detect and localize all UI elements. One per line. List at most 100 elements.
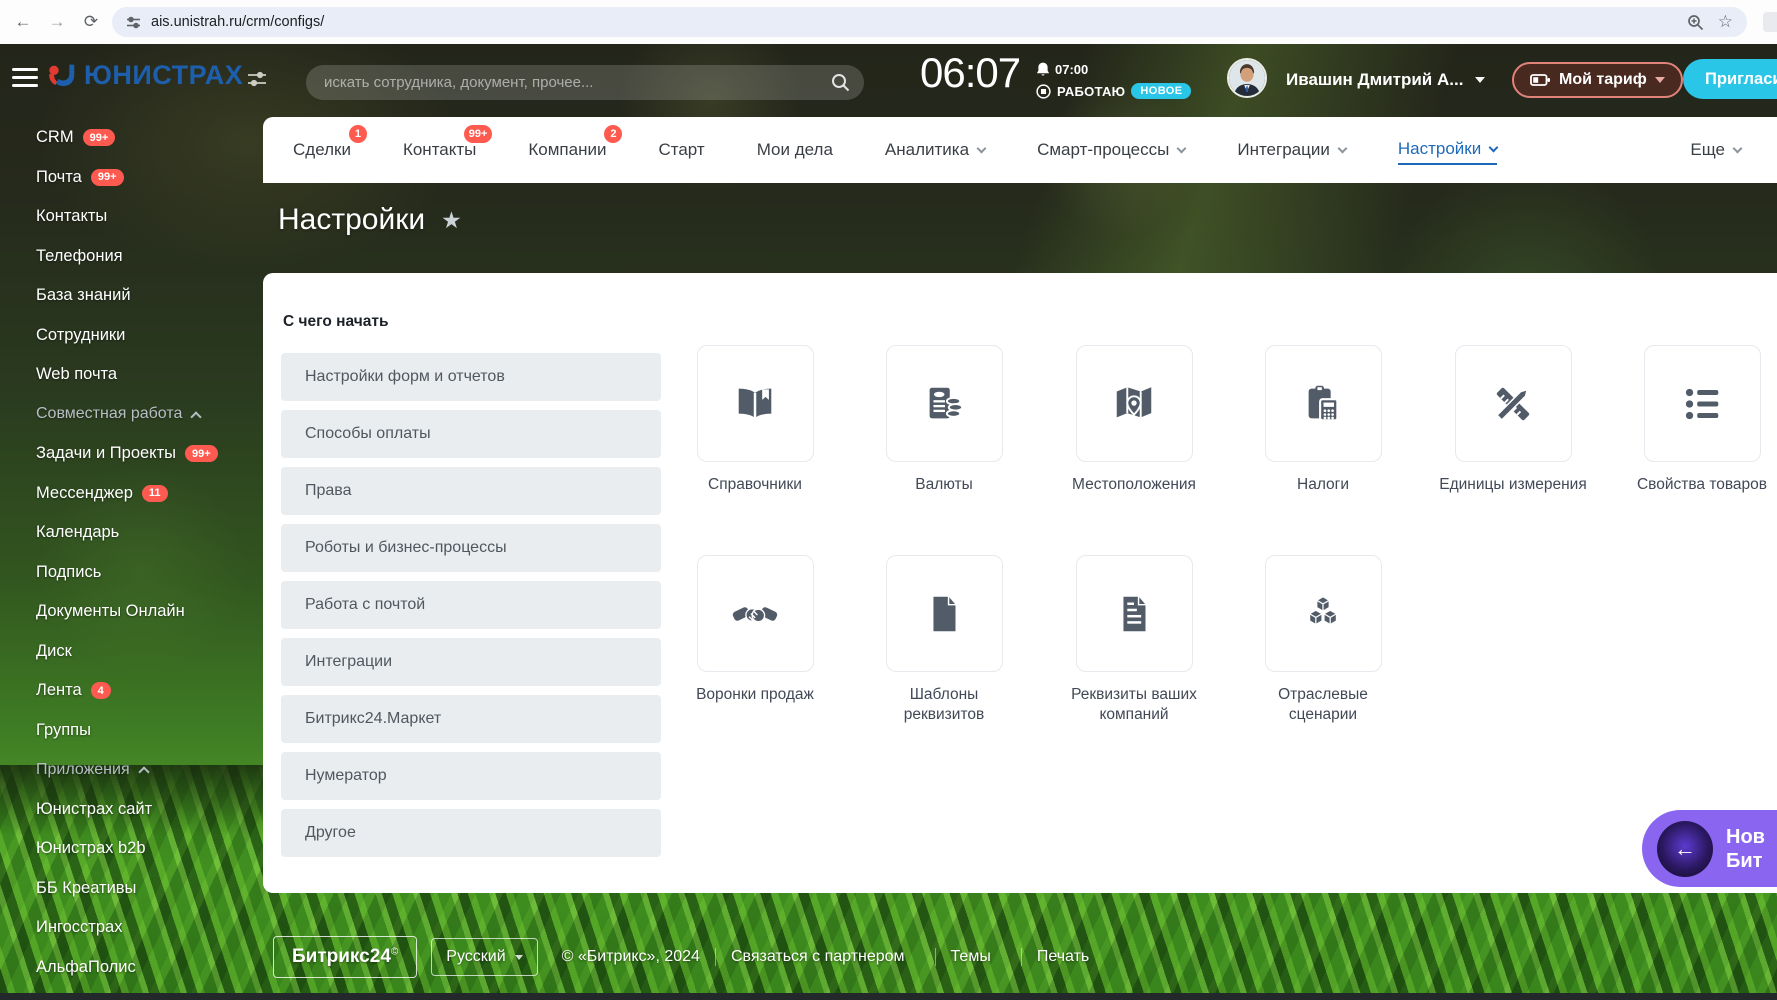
sidebar-item-signature[interactable]: Подпись: [0, 553, 263, 593]
footer-link-themes[interactable]: Темы: [936, 948, 1006, 966]
sidebar-item-unistrah-site[interactable]: Юнистрах сайт: [0, 790, 263, 830]
menu-item-other[interactable]: Другое: [281, 809, 661, 857]
stop-work-icon[interactable]: [1036, 83, 1051, 99]
tile-company-requisites-card[interactable]: [1075, 555, 1193, 672]
menu-item-payment-methods[interactable]: Способы оплаты: [281, 410, 661, 458]
tile-requisite-templates-card[interactable]: [885, 555, 1003, 672]
menu-hamburger-icon[interactable]: [12, 68, 38, 89]
tab-integrations[interactable]: Интеграции: [1237, 136, 1348, 164]
tile-measurement-units-card[interactable]: [1454, 345, 1572, 462]
footer: Битрикс24© Русский © «Битрикс», 2024 Свя…: [273, 936, 1104, 978]
sidebar: CRM 99+ Почта 99+ Контакты Телефония База …: [0, 118, 263, 987]
menu-item-email[interactable]: Работа с почтой: [281, 581, 661, 629]
browser-reload-icon[interactable]: ⟳: [78, 9, 104, 35]
zoom-icon[interactable]: [1687, 14, 1704, 31]
user-name: Ивашин Дмитрий А...: [1286, 70, 1464, 89]
tile-taxes-card[interactable]: [1264, 345, 1382, 462]
tile-measurement-units: Единицы измерения: [1438, 345, 1588, 495]
tab-contacts[interactable]: Контакты 99+: [403, 125, 493, 164]
user-menu[interactable]: Ивашин Дмитрий А...: [1286, 70, 1486, 90]
tile-reference-books: Справочники: [680, 345, 830, 495]
sidebar-item-knowledge-base[interactable]: База знаний: [0, 276, 263, 316]
tab-smart-processes[interactable]: Смарт-процессы: [1037, 136, 1187, 164]
tab-deals[interactable]: Сделки 1: [293, 125, 367, 164]
measure-tools-icon: [1495, 387, 1530, 421]
menu-item-forms-reports[interactable]: Настройки форм и отчетов: [281, 353, 661, 401]
tab-more[interactable]: Еще: [1690, 136, 1743, 164]
sidebar-item-bb-creatives[interactable]: ББ Креативы: [0, 869, 263, 909]
work-time-clock[interactable]: 06:07: [920, 49, 1021, 97]
sidebar-item-ingosstrah[interactable]: Ингосстрах: [0, 908, 263, 948]
sidebar-item-crm[interactable]: CRM 99+: [0, 118, 263, 158]
sidebar-item-webmail[interactable]: Web почта: [0, 355, 263, 395]
chevron-down-icon: [1337, 143, 1348, 153]
tile-currencies-card[interactable]: [885, 345, 1003, 462]
copyright-mark: ©: [390, 946, 399, 958]
company-logo[interactable]: ЮНИСТРАХ: [46, 58, 243, 92]
sidebar-item-groups[interactable]: Группы: [0, 711, 263, 751]
tab-my-activities[interactable]: Мои дела: [757, 136, 833, 164]
bookmark-star-icon[interactable]: ☆: [1718, 12, 1733, 32]
bitrix24-logo-button[interactable]: Битрикс24©: [273, 936, 418, 978]
language-selector[interactable]: Русский: [431, 938, 538, 976]
url-text[interactable]: ais.unistrah.ru/crm/configs/: [151, 14, 1687, 30]
work-status-label[interactable]: РАБОТАЮ: [1057, 84, 1125, 99]
filter-sliders-icon[interactable]: [248, 71, 266, 87]
chevron-down-icon: [1654, 77, 1665, 83]
whats-new-banner[interactable]: ← Нов Бит: [1642, 810, 1777, 887]
count-badge: 99+: [463, 125, 493, 143]
tab-analytics[interactable]: Аналитика: [885, 136, 987, 164]
sidebar-item-tasks-projects[interactable]: Задачи и Проекты 99+: [0, 434, 263, 474]
address-bar[interactable]: ais.unistrah.ru/crm/configs/ ☆: [112, 7, 1747, 37]
global-search: [306, 65, 864, 100]
sidebar-item-feed[interactable]: Лента 4: [0, 671, 263, 711]
menu-item-market[interactable]: Битрикс24.Маркет: [281, 695, 661, 743]
tariff-button[interactable]: Мой тариф: [1512, 62, 1683, 98]
cubes-icon: [1308, 595, 1338, 625]
sidebar-item-calendar[interactable]: Календарь: [0, 513, 263, 553]
sidebar-item-messenger[interactable]: Мессенджер 11: [0, 474, 263, 514]
sidebar-item-documents-online[interactable]: Документы Онлайн: [0, 592, 263, 632]
tab-companies[interactable]: Компании 2: [528, 125, 623, 164]
sidebar-item-telephony[interactable]: Телефония: [0, 237, 263, 277]
tile-product-properties-card[interactable]: [1643, 345, 1761, 462]
collapse-arrow-button[interactable]: ←: [1657, 820, 1713, 877]
chevron-up-icon: [190, 411, 203, 423]
invite-label: Пригласить: [1705, 69, 1777, 88]
browser-back-icon[interactable]: ←: [10, 9, 36, 35]
site-settings-icon[interactable]: [126, 15, 141, 30]
browser-forward-icon[interactable]: →: [44, 9, 70, 35]
favorite-star-icon[interactable]: ★: [441, 207, 462, 234]
menu-item-permissions[interactable]: Права: [281, 467, 661, 515]
sidebar-item-alfapolis[interactable]: АльфаПолис: [0, 948, 263, 988]
tab-settings[interactable]: Настройки: [1397, 135, 1499, 165]
sidebar-item-contacts[interactable]: Контакты: [0, 197, 263, 237]
tile-label: Справочники: [708, 476, 802, 493]
tile-industry-scenarios-card[interactable]: [1264, 555, 1382, 672]
footer-link-print[interactable]: Печать: [1022, 948, 1104, 966]
menu-item-integrations[interactable]: Интеграции: [281, 638, 661, 686]
search-input[interactable]: [306, 65, 864, 100]
footer-link-partner[interactable]: Связаться с партнером: [716, 948, 920, 966]
sidebar-item-unistrah-b2b[interactable]: Юнистрах b2b: [0, 829, 263, 869]
menu-item-numerator[interactable]: Нумератор: [281, 752, 661, 800]
user-avatar[interactable]: [1227, 58, 1267, 98]
extension-icon[interactable]: [1763, 12, 1777, 32]
sidebar-item-drive[interactable]: Диск: [0, 632, 263, 672]
document-lines-icon: [1123, 596, 1146, 631]
sidebar-item-employees[interactable]: Сотрудники: [0, 316, 263, 356]
sidebar-item-mail[interactable]: Почта 99+: [0, 158, 263, 198]
logo-text: ЮНИСТРАХ: [84, 59, 244, 90]
tile-label: Местоположения: [1072, 476, 1196, 493]
search-icon[interactable]: [831, 73, 850, 92]
count-badge: 99+: [82, 129, 116, 147]
tax-calculator-icon: [1308, 385, 1339, 421]
tile-sales-funnels-card[interactable]: [696, 555, 814, 672]
tile-reference-books-card[interactable]: [696, 345, 814, 462]
sidebar-section-applications[interactable]: Приложения: [0, 750, 263, 790]
tile-locations-card[interactable]: [1075, 345, 1193, 462]
sidebar-section-collaboration[interactable]: Совместная работа: [0, 395, 263, 435]
invite-button[interactable]: Пригласить: [1683, 59, 1777, 99]
menu-item-robots-bp[interactable]: Роботы и бизнес-процессы: [281, 524, 661, 572]
tab-start[interactable]: Старт: [658, 136, 704, 164]
